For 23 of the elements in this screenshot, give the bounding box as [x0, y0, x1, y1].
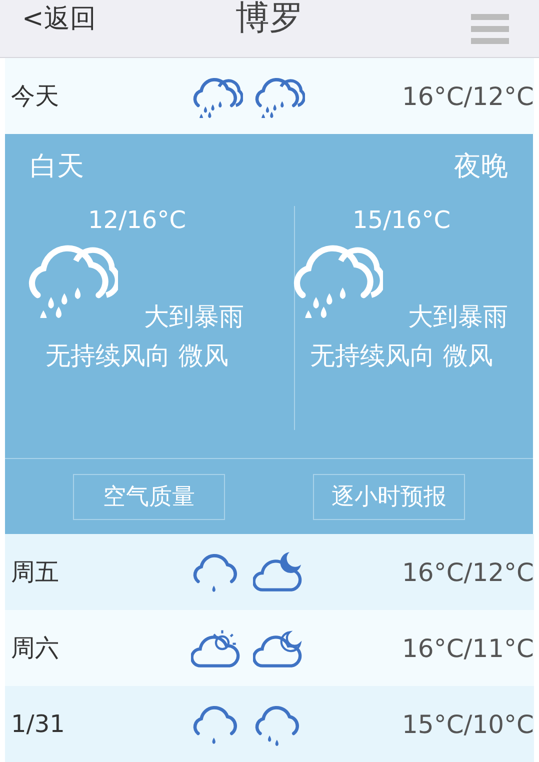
weather-text: 大到暴雨 — [144, 301, 244, 333]
day-label: 周六 — [11, 633, 60, 664]
temperature-range: 12/16°C — [88, 206, 186, 234]
weather-text: 大到暴雨 — [408, 301, 508, 333]
period-label: 夜晚 — [454, 150, 508, 184]
day-label: 今天 — [11, 81, 60, 112]
temperature-range: 16°C/12°C — [402, 82, 534, 110]
wind-text: 无持续风向 微风 — [46, 340, 228, 372]
city-title: 博罗 — [236, 0, 304, 40]
temperature-range: 15°C/10°C — [402, 710, 534, 738]
forecast-row[interactable]: 1/31 15°C/10°C — [5, 686, 534, 762]
wind-text: 无持续风向 微风 — [310, 340, 493, 372]
temperature-range: 15/16°C — [352, 206, 450, 234]
period-label: 白天 — [30, 150, 84, 184]
temperature-range: 16°C/11°C — [402, 634, 534, 662]
menu-icon[interactable] — [471, 14, 509, 44]
temperature-range: 16°C/12°C — [402, 558, 534, 586]
forecast-row[interactable]: 周六 16°C/11°C — [5, 610, 534, 686]
forecast-row[interactable]: 今天 16°C/12°C — [5, 58, 534, 134]
day-label: 1/31 — [11, 710, 66, 738]
back-link[interactable]: <返回 — [22, 1, 96, 36]
day-label: 周五 — [11, 557, 60, 588]
forecast-row[interactable]: 周五 16°C/12°C — [5, 534, 534, 610]
